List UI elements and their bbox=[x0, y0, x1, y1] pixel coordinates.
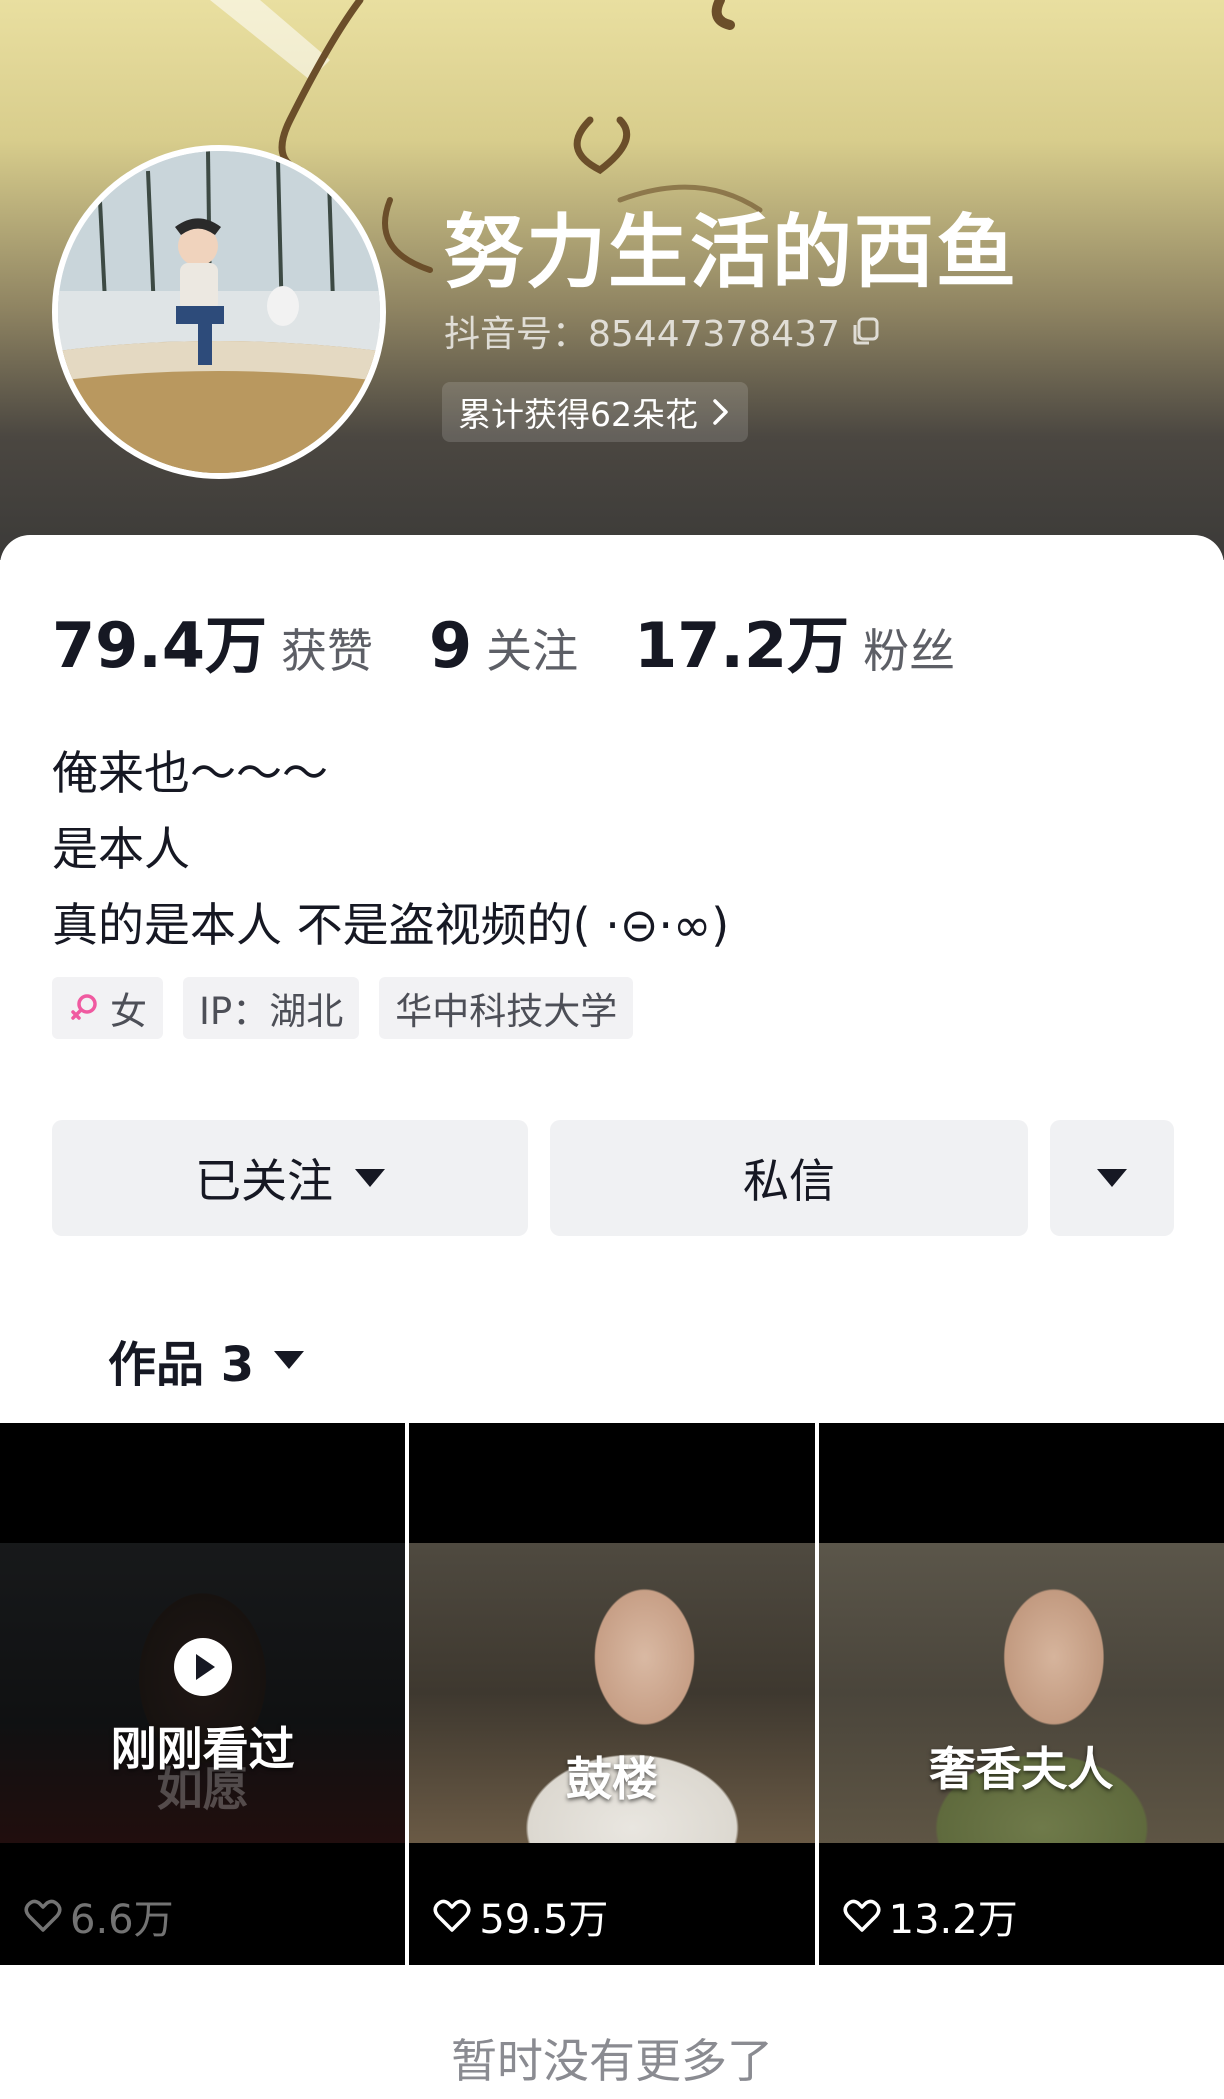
following-label: 关注 bbox=[486, 624, 579, 678]
video-card[interactable]: 鼓楼 59.5万 bbox=[409, 1423, 815, 1965]
likes-count: 79.4万 bbox=[52, 609, 267, 682]
video-likes: 13.2万 bbox=[843, 1887, 1018, 1945]
likes-label: 获赞 bbox=[280, 624, 373, 678]
video-title: 鼓楼 bbox=[565, 1752, 658, 1806]
video-title: 奢香夫人 bbox=[929, 1742, 1114, 1796]
douyin-id-text: 抖音号：85447378437 bbox=[444, 314, 840, 355]
message-label: 私信 bbox=[743, 1154, 835, 1208]
bio: 俺来也～～～ 是本人 真的是本人 不是盗视频的( ·⊝·∞) bbox=[52, 735, 729, 963]
works-tab-label: 作品 3 bbox=[108, 1337, 255, 1393]
stats-row: 79.4万 获赞 9 关注 17.2万 粉丝 bbox=[52, 595, 1011, 685]
fans-count: 17.2万 bbox=[634, 609, 850, 682]
video-card[interactable]: 如愿 刚刚看过 6.6万 bbox=[0, 1423, 406, 1965]
following-count: 9 bbox=[428, 609, 473, 682]
profile-tags: 女 IP：湖北 华中科技大学 bbox=[52, 977, 634, 1039]
caret-down-icon bbox=[355, 1169, 385, 1187]
tag-ip: IP：湖北 bbox=[183, 977, 360, 1039]
video-likes: 6.6万 bbox=[24, 1887, 174, 1945]
followed-button[interactable]: 已关注 bbox=[52, 1120, 528, 1236]
caret-down-icon bbox=[1097, 1169, 1127, 1187]
no-more-text: 暂时没有更多了 bbox=[451, 2034, 773, 2088]
tag-gender: 女 bbox=[52, 977, 163, 1039]
stat-following[interactable]: 9 关注 bbox=[429, 609, 578, 682]
video-likes: 59.5万 bbox=[433, 1887, 608, 1945]
heart-icon bbox=[433, 1899, 471, 1932]
works-tab[interactable]: 作品 3 bbox=[108, 1325, 305, 1395]
recently-watched-label: 刚刚看过 bbox=[110, 1722, 295, 1776]
heart-icon bbox=[24, 1899, 62, 1932]
more-dropdown-button[interactable] bbox=[1050, 1120, 1174, 1236]
video-likes-count: 6.6万 bbox=[70, 1897, 174, 1943]
video-grid: 如愿 刚刚看过 6.6万 鼓楼 59.5万 奢香夫人 13.2万 bbox=[0, 1423, 1224, 1965]
profile-header: 努力生活的西鱼 抖音号：85447378437 累计获得62朵花 bbox=[0, 0, 1224, 560]
avatar[interactable] bbox=[52, 145, 386, 479]
fans-label: 粉丝 bbox=[863, 624, 956, 678]
video-likes-count: 13.2万 bbox=[888, 1897, 1018, 1943]
avatar-photo bbox=[58, 151, 380, 473]
action-buttons: 已关注 私信 bbox=[52, 1120, 1174, 1236]
video-card[interactable]: 奢香夫人 13.2万 bbox=[818, 1423, 1224, 1965]
bio-line: 是本人 bbox=[52, 822, 190, 876]
douyin-id[interactable]: 抖音号：85447378437 bbox=[444, 305, 882, 357]
flowers-text: 累计获得62朵花 bbox=[458, 395, 698, 434]
play-icon bbox=[173, 1638, 232, 1696]
female-icon bbox=[71, 994, 97, 1020]
caret-down-icon bbox=[274, 1351, 305, 1369]
message-button[interactable]: 私信 bbox=[550, 1120, 1028, 1236]
stat-likes[interactable]: 79.4万 获赞 bbox=[52, 595, 373, 685]
copy-icon[interactable] bbox=[850, 315, 882, 347]
video-likes-count: 59.5万 bbox=[479, 1897, 609, 1943]
tag-school[interactable]: 华中科技大学 bbox=[379, 977, 634, 1039]
chevron-right-icon bbox=[713, 399, 728, 425]
bio-line: 真的是本人 不是盗视频的( ·⊝·∞) bbox=[52, 898, 730, 952]
heart-icon bbox=[843, 1899, 881, 1932]
flowers-badge[interactable]: 累计获得62朵花 bbox=[442, 382, 748, 442]
profile-name: 努力生活的西鱼 bbox=[444, 206, 1018, 299]
bio-line: 俺来也～～～ bbox=[52, 746, 328, 800]
followed-label: 已关注 bbox=[195, 1154, 333, 1208]
stat-fans[interactable]: 17.2万 粉丝 bbox=[634, 595, 955, 685]
tag-gender-text: 女 bbox=[110, 990, 147, 1033]
